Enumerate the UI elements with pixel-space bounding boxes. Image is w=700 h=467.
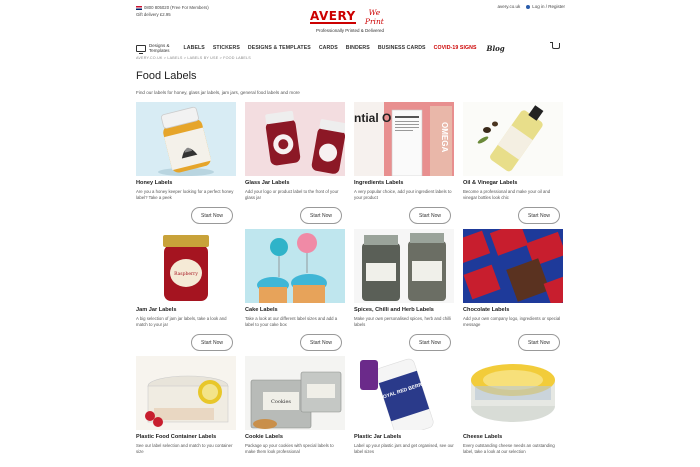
card-title[interactable]: Spices, Chilli and Herb Labels: [354, 307, 434, 313]
product-card[interactable]: ROYAL RED BERRY Plastic Jar Labels Label…: [354, 356, 454, 454]
cart-icon[interactable]: [550, 42, 560, 49]
card-description: Make your own personalised spices, herb …: [354, 316, 451, 328]
cookie-tin-image[interactable]: Cookies: [245, 356, 345, 430]
user-icon: [526, 4, 531, 9]
card-description: Label up your plastic jars and get organ…: [354, 443, 454, 455]
nav-designs-line2: Templates: [149, 48, 170, 53]
contact-info: 0800 805020 (Free For Members) Gift deli…: [136, 4, 209, 18]
start-now-button[interactable]: Start Now: [409, 334, 451, 351]
oil-bottle-image[interactable]: [463, 102, 563, 176]
jam-jar-label-text: Raspberry: [174, 271, 198, 277]
card-title[interactable]: Chocolate Labels: [463, 307, 509, 313]
main-nav: Designs & Templates LABELS STICKERS DESIG…: [136, 41, 566, 55]
cookie-tin-text: Cookies: [271, 399, 291, 405]
monitor-icon: [136, 44, 146, 54]
card-title[interactable]: Glass Jar Labels: [245, 180, 289, 186]
card-description: Add your own company logo, ingredients o…: [463, 316, 561, 328]
product-card[interactable]: Chocolate Labels Add your own company lo…: [463, 229, 563, 351]
card-description: A big selection of jam jar labels, take …: [136, 316, 227, 328]
card-description: See our label selection and match to you…: [136, 443, 233, 455]
ingredients-image-text: ntial Oil: [354, 111, 398, 125]
domain-link[interactable]: avery.co.uk: [498, 4, 521, 9]
nav-item-binders[interactable]: BINDERS: [346, 45, 370, 51]
logo-brand: AVERY: [310, 8, 356, 24]
logo-weprint: We Print: [364, 8, 384, 26]
breadcrumb[interactable]: AVERY.CO.UK > LABELS > LABELS BY USE > F…: [136, 56, 251, 60]
nav-item-blog[interactable]: Blog: [487, 44, 505, 53]
account-links: avery.co.uk Log in / Register: [498, 4, 565, 9]
card-description: Take a look at our different label sizes…: [245, 316, 338, 328]
card-description: Add your logo or product label to the fr…: [245, 189, 339, 201]
nav-designs-templates[interactable]: Designs & Templates: [136, 43, 170, 54]
product-card[interactable]: Spices, Chilli and Herb Labels Make your…: [354, 229, 454, 351]
card-description: Are you a honey keeper looking for a per…: [136, 189, 234, 201]
top-bar: 0800 805020 (Free For Members) Gift deli…: [0, 0, 700, 38]
start-now-button[interactable]: Start Now: [409, 207, 451, 224]
plastic-jar-image[interactable]: ROYAL RED BERRY: [354, 356, 454, 430]
plastic-container-image[interactable]: [136, 356, 236, 430]
card-title[interactable]: Plastic Food Container Labels: [136, 434, 216, 440]
product-card[interactable]: ntial Oil OMEGA Ingredients Labels A ver…: [354, 102, 454, 224]
cupcake-image[interactable]: [245, 229, 345, 303]
start-now-button[interactable]: Start Now: [191, 334, 233, 351]
page-title: Food Labels: [136, 70, 197, 82]
product-card[interactable]: Raspberry Jam Jar Labels A big selection…: [136, 229, 236, 351]
card-title[interactable]: Jam Jar Labels: [136, 307, 176, 313]
card-description: Every outstanding cheese needs an outsta…: [463, 443, 555, 455]
nav-item-covid-signs[interactable]: COVID-19 SIGNS: [434, 45, 477, 51]
nav-item-designs[interactable]: DESIGNS & TEMPLATES: [248, 45, 311, 51]
product-card[interactable]: Cake Labels Take a look at our different…: [245, 229, 345, 351]
start-now-button[interactable]: Start Now: [191, 207, 233, 224]
product-card[interactable]: Cheese Labels Every outstanding cheese n…: [463, 356, 563, 454]
card-description: Package up your cookies with special lab…: [245, 443, 334, 455]
start-now-button[interactable]: Start Now: [300, 207, 342, 224]
avery-logo[interactable]: AVERY We Print Professionally Printed & …: [310, 8, 390, 33]
card-title[interactable]: Oil & Vinegar Labels: [463, 180, 517, 186]
spice-jars-image[interactable]: [354, 229, 454, 303]
start-now-button[interactable]: Start Now: [518, 334, 560, 351]
card-title[interactable]: Cookie Labels: [245, 434, 283, 440]
omega-image-text: OMEGA: [440, 122, 449, 152]
uk-flag-icon: [136, 5, 142, 10]
start-now-button[interactable]: Start Now: [300, 334, 342, 351]
card-description: A very popular choice, add your ingredie…: [354, 189, 452, 201]
nav-item-labels[interactable]: LABELS: [184, 45, 205, 51]
glass-jar-image[interactable]: [245, 102, 345, 176]
nav-item-cards[interactable]: CARDS: [319, 45, 338, 51]
login-link[interactable]: Log in / Register: [526, 4, 565, 9]
logo-tagline: Professionally Printed & Delivered: [315, 28, 385, 33]
product-card[interactable]: Plastic Food Container Labels See our la…: [136, 356, 236, 454]
product-card[interactable]: Cookies Cookie Labels Package up your co…: [245, 356, 345, 454]
start-now-button[interactable]: Start Now: [518, 207, 560, 224]
product-card[interactable]: Honey Labels Are you a honey keeper look…: [136, 102, 236, 224]
product-card[interactable]: Oil & Vinegar Labels Become a profession…: [463, 102, 563, 224]
card-title[interactable]: Ingredients Labels: [354, 180, 403, 186]
chocolate-bars-image[interactable]: [463, 229, 563, 303]
ingredients-bottle-image[interactable]: ntial Oil OMEGA: [354, 102, 454, 176]
card-title[interactable]: Cheese Labels: [463, 434, 502, 440]
card-title[interactable]: Honey Labels: [136, 180, 172, 186]
nav-item-business-cards[interactable]: BUSINESS CARDS: [378, 45, 426, 51]
card-title[interactable]: Plastic Jar Labels: [354, 434, 401, 440]
page-intro: Find our labels for honey, glass jar lab…: [136, 90, 300, 95]
product-card[interactable]: Glass Jar Labels Add your logo or produc…: [245, 102, 345, 224]
phone-number[interactable]: 0800 805020: [144, 5, 169, 10]
login-label: Log in / Register: [532, 4, 565, 9]
honey-jar-image[interactable]: [136, 102, 236, 176]
cheese-box-image[interactable]: [463, 356, 563, 430]
jam-jar-image[interactable]: Raspberry: [136, 229, 236, 303]
nav-item-stickers[interactable]: STICKERS: [213, 45, 240, 51]
card-title[interactable]: Cake Labels: [245, 307, 278, 313]
phone-note: (Free For Members): [170, 5, 209, 10]
card-description: Become a professional and make your oil …: [463, 189, 551, 201]
delivery-note: Gift delivery £2.95: [136, 12, 171, 17]
